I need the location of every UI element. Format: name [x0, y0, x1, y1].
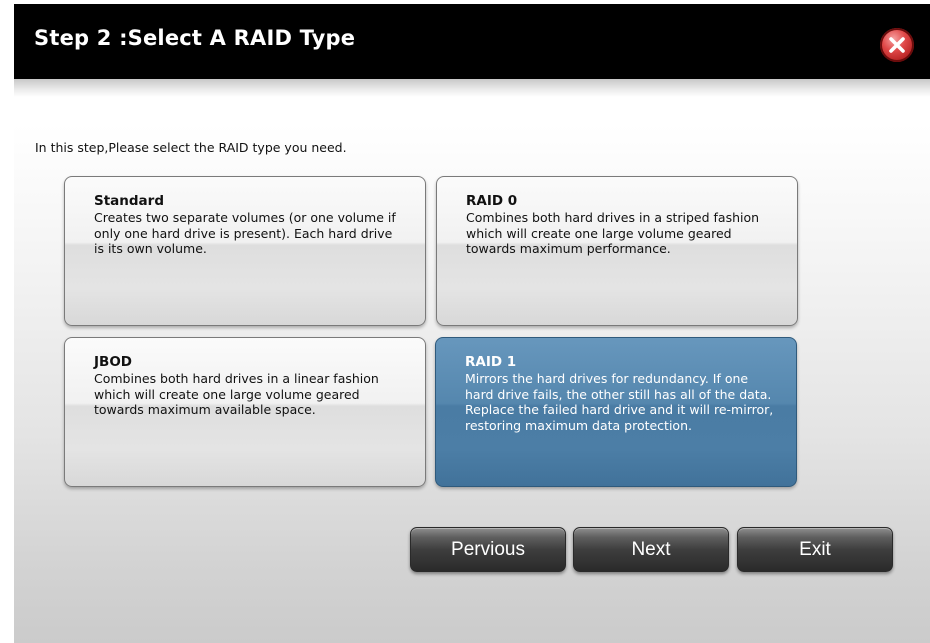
title-bar-shadow	[14, 79, 930, 97]
raid-option-jbod[interactable]: JBOD Combines both hard drives in a line…	[64, 337, 426, 487]
exit-button[interactable]: Exit	[737, 527, 893, 572]
raid-option-description: Creates two separate volumes (or one vol…	[94, 210, 396, 256]
raid-option-title: Standard	[94, 193, 164, 209]
raid-option-description: Mirrors the hard drives for redundancy. …	[465, 371, 774, 433]
raid-option-title: RAID 1	[465, 354, 517, 370]
raid-option-description: Combines both hard drives in a linear fa…	[94, 371, 379, 417]
raid-wizard-dialog: Step 2 :Select A RAID Type In this step,…	[14, 4, 930, 643]
raid-option-title: RAID 0	[466, 193, 518, 209]
raid-option-description: Combines both hard drives in a striped f…	[466, 210, 760, 256]
title-bar: Step 2 :Select A RAID Type	[14, 4, 930, 79]
previous-button[interactable]: Pervious	[410, 527, 566, 572]
close-x-icon	[889, 37, 905, 53]
close-button[interactable]	[880, 28, 914, 62]
dialog-title: Step 2 :Select A RAID Type	[34, 26, 356, 50]
next-button[interactable]: Next	[573, 527, 729, 572]
instruction-text: In this step,Please select the RAID type…	[35, 140, 347, 155]
raid-option-raid1[interactable]: RAID 1 Mirrors the hard drives for redun…	[435, 337, 797, 487]
raid-option-raid0[interactable]: RAID 0 Combines both hard drives in a st…	[436, 176, 798, 326]
raid-option-standard[interactable]: Standard Creates two separate volumes (o…	[64, 176, 426, 326]
raid-option-title: JBOD	[94, 354, 132, 370]
